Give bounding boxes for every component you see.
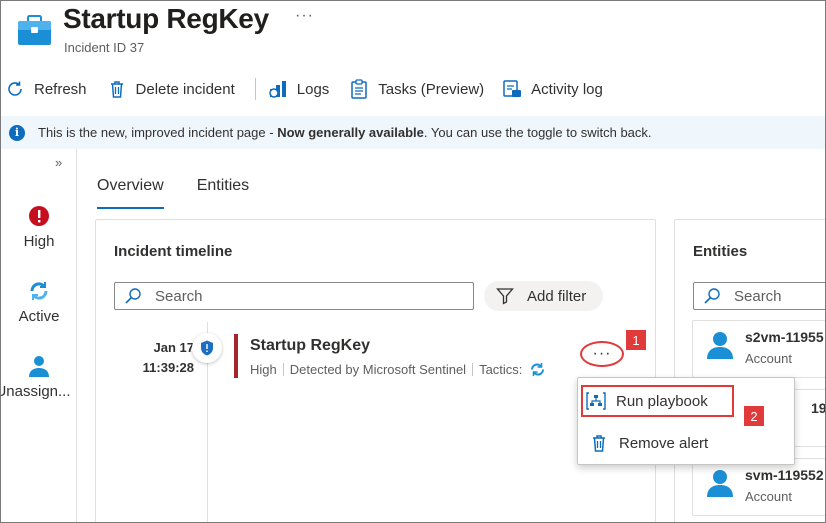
delete-incident-label: Delete incident bbox=[135, 80, 235, 98]
timeline-time: 11:39:28 bbox=[142, 360, 194, 375]
activity-log-label: Activity log bbox=[531, 80, 603, 98]
remove-alert-menu-item[interactable]: Remove alert bbox=[586, 427, 786, 459]
alert-severity: High bbox=[250, 362, 277, 377]
entities-title: Entities bbox=[693, 243, 748, 260]
search-icon bbox=[125, 288, 141, 304]
remove-alert-label: Remove alert bbox=[619, 434, 709, 452]
persistence-tactic-icon bbox=[531, 363, 545, 376]
timeline-timestamp: Jan 17 11:39:28 bbox=[116, 338, 194, 378]
page-header: Startup RegKey Incident ID 37 ··· bbox=[1, 1, 825, 65]
account-icon bbox=[707, 470, 733, 497]
severity-label: High bbox=[23, 233, 55, 250]
timeline-node bbox=[192, 333, 222, 363]
trash-icon bbox=[107, 79, 127, 99]
alert-tactics-label: Tactics: bbox=[479, 362, 523, 377]
logs-icon bbox=[268, 79, 288, 99]
severity-high-icon bbox=[29, 206, 49, 226]
refresh-button[interactable]: Refresh bbox=[5, 71, 87, 107]
account-icon bbox=[707, 332, 733, 359]
entity-name: svm-119552 bbox=[745, 467, 824, 483]
tasks-label: Tasks (Preview) bbox=[378, 80, 485, 98]
header-more-button[interactable]: ··· bbox=[295, 7, 314, 25]
incident-tabs: Overview Entities bbox=[97, 177, 282, 209]
filter-icon bbox=[496, 288, 514, 305]
briefcase-icon bbox=[18, 15, 51, 45]
banner-text-start: This is the new, improved incident page … bbox=[38, 125, 278, 140]
alert-source: Detected by Microsoft Sentinel bbox=[289, 362, 467, 377]
shield-icon bbox=[201, 340, 213, 356]
entity-card[interactable]: svm-119552 Account bbox=[692, 458, 825, 516]
entities-panel: Entities Search s2vm-11955 Account 1955 … bbox=[674, 219, 826, 522]
toolbar-divider bbox=[254, 78, 256, 100]
activity-log-icon bbox=[502, 79, 522, 99]
info-icon: i bbox=[9, 124, 25, 141]
timeline-title: Incident timeline bbox=[114, 243, 233, 260]
alert-meta: High Detected by Microsoft Sentinel Tact… bbox=[250, 361, 546, 378]
alert-more-actions-button[interactable]: ··· bbox=[580, 341, 624, 367]
alert-title[interactable]: Startup RegKey bbox=[250, 337, 370, 355]
entity-name-partial: 1955 bbox=[811, 400, 826, 416]
timeline-search-input[interactable]: Search bbox=[114, 282, 474, 310]
tab-entities[interactable]: Entities bbox=[197, 177, 249, 209]
incident-id: Incident ID 37 bbox=[64, 40, 145, 55]
page-title: Startup RegKey bbox=[63, 3, 269, 34]
status-active-icon bbox=[30, 282, 48, 300]
tab-overview[interactable]: Overview bbox=[97, 177, 164, 209]
playbook-icon bbox=[586, 392, 606, 410]
entity-type: Account bbox=[745, 489, 792, 504]
step-2-badge: 2 bbox=[743, 405, 765, 427]
entities-search-input[interactable]: Search bbox=[693, 282, 825, 310]
logs-button[interactable]: Logs bbox=[268, 71, 330, 107]
banner-text-bold: Now generally available bbox=[277, 125, 424, 140]
timeline-date: Jan 17 bbox=[153, 340, 194, 355]
incident-timeline-panel: Incident timeline Search Add filter Jan … bbox=[95, 219, 656, 522]
tasks-button[interactable]: Tasks (Preview) bbox=[349, 71, 484, 107]
expand-rail-button[interactable]: » bbox=[55, 155, 62, 170]
run-playbook-menu-item[interactable]: Run playbook bbox=[581, 385, 734, 417]
logs-label: Logs bbox=[296, 80, 330, 98]
timeline-search-placeholder: Search bbox=[155, 287, 203, 305]
refresh-icon bbox=[5, 79, 25, 99]
severity-bar bbox=[234, 334, 238, 378]
entities-search-placeholder: Search bbox=[734, 287, 782, 305]
run-playbook-label: Run playbook bbox=[616, 392, 708, 410]
status-label: Active bbox=[18, 308, 60, 325]
user-icon bbox=[29, 356, 49, 377]
command-bar: Refresh Delete incident Logs Tasks (Prev… bbox=[1, 71, 825, 107]
meta-divider bbox=[282, 363, 284, 376]
owner-label: Unassign... bbox=[0, 383, 71, 400]
severity-indicator: High bbox=[1, 205, 77, 250]
step-1-badge: 1 bbox=[625, 329, 647, 351]
trash-icon bbox=[593, 435, 605, 452]
add-filter-label: Add filter bbox=[527, 287, 587, 305]
entity-card[interactable]: s2vm-11955 Account bbox=[692, 320, 825, 378]
banner-text: This is the new, improved incident page … bbox=[38, 125, 652, 140]
activity-log-button[interactable]: Activity log bbox=[502, 71, 603, 107]
delete-incident-button[interactable]: Delete incident bbox=[107, 71, 235, 107]
info-banner: i This is the new, improved incident pag… bbox=[1, 116, 825, 149]
incident-page: Startup RegKey Incident ID 37 ··· Refres… bbox=[0, 0, 826, 523]
clipboard-icon bbox=[349, 79, 369, 99]
banner-text-end: . You can use the toggle to switch back. bbox=[423, 125, 652, 140]
entity-name: s2vm-11955 bbox=[745, 329, 824, 345]
incident-summary-rail: » High Active Unassign... bbox=[1, 149, 77, 522]
entity-type: Account bbox=[745, 351, 792, 366]
meta-divider bbox=[472, 363, 474, 376]
refresh-label: Refresh bbox=[34, 80, 87, 98]
add-filter-button[interactable]: Add filter bbox=[484, 281, 603, 311]
owner-indicator: Unassign... bbox=[1, 355, 77, 400]
status-indicator: Active bbox=[1, 280, 77, 325]
search-icon bbox=[704, 288, 720, 304]
